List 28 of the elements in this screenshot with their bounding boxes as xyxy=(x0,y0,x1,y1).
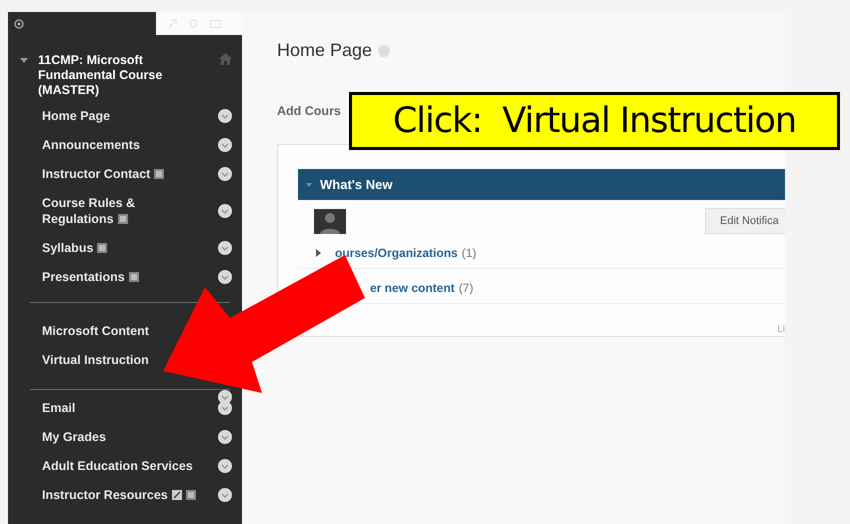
category-link[interactable]: er new content xyxy=(370,281,455,295)
sidebar-item[interactable]: Microsoft Content xyxy=(8,317,159,346)
category-link[interactable]: ourses/Organizations xyxy=(335,246,458,260)
course-title: 11CMP: Microsoft Fundamental Course (MASTER) xyxy=(38,53,164,98)
sidebar-item[interactable]: Syllabus xyxy=(8,234,242,263)
sidebar-item[interactable]: Presentations xyxy=(8,263,242,292)
sidebar-item[interactable]: Announcements xyxy=(8,131,242,160)
item-count: (7) xyxy=(458,281,474,295)
sidebar-item[interactable]: Virtual Instruction xyxy=(8,346,159,375)
edit-notifications-button[interactable]: Edit Notifica xyxy=(705,208,785,234)
sidebar-item[interactable]: Instructor Resources xyxy=(8,481,242,510)
sidebar-item[interactable]: Home Page xyxy=(8,102,242,131)
sidebar-item[interactable]: Adult Education Services xyxy=(8,452,242,481)
sidebar-item[interactable]: Course Rules & Regulations xyxy=(8,189,242,234)
add-course-link[interactable]: Add Cours xyxy=(277,104,341,118)
expand-icon[interactable] xyxy=(316,249,321,257)
footer-text: Li xyxy=(777,324,785,335)
collapse-icon[interactable] xyxy=(20,58,28,63)
avatar-icon xyxy=(314,208,346,234)
module-title: What's New xyxy=(320,177,392,192)
sidebar-item[interactable]: Instructor Contact xyxy=(8,160,242,189)
eye-icon[interactable] xyxy=(14,18,24,28)
item-count: (1) xyxy=(462,246,476,260)
sidebar-item[interactable]: Email xyxy=(8,394,242,423)
sidebar-item[interactable]: My Grades xyxy=(8,423,242,452)
page-title: Home Page xyxy=(277,40,372,61)
instruction-callout: Click: Virtual Instruction xyxy=(349,92,840,150)
collapse-icon[interactable] xyxy=(306,182,312,186)
